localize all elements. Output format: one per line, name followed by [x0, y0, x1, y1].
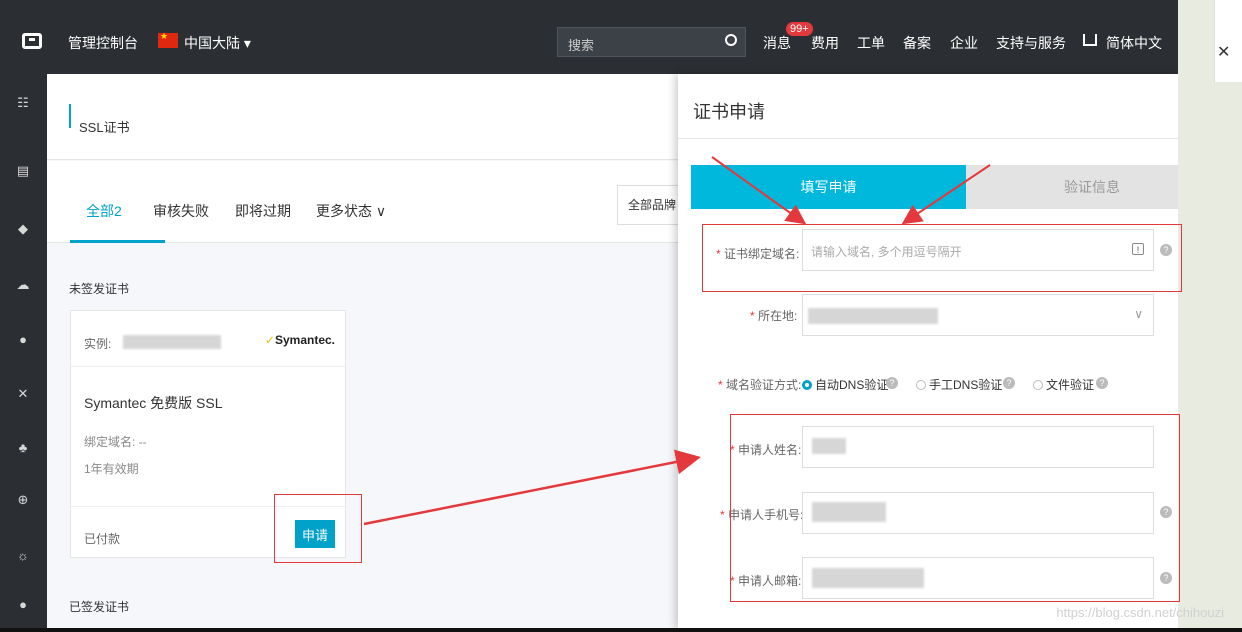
instance-label: 实例:: [84, 337, 112, 351]
message-count-badge: 99+: [786, 22, 813, 36]
console-link[interactable]: 管理控制台: [68, 33, 138, 53]
drawer-divider: [678, 138, 1178, 139]
unissued-section-label: 未签发证书: [69, 282, 130, 296]
tab-all[interactable]: 全部2: [86, 201, 122, 221]
drawer-title: 证书申请: [693, 102, 765, 122]
top-navigation-bar: 管理控制台 中国大陆 ▾ 搜索 消息 99+ 费用 工单 备案 企业 支持与服务…: [0, 0, 1178, 74]
active-tab-indicator: [70, 240, 165, 243]
location-label: * 所在地:: [750, 309, 798, 323]
side-panel: ✕: [1214, 0, 1242, 82]
cluster-icon[interactable]: ♣: [16, 441, 30, 455]
step-fill-application: 填写申请: [691, 165, 988, 209]
sidebar: ☷ ▤ ◆ ☁ ● ✕ ♣ ⊕ ☼ ●: [0, 74, 47, 628]
bound-domain: 绑定域名: --: [84, 435, 147, 449]
region-selector[interactable]: 中国大陆 ▾: [184, 33, 251, 53]
radio-file-verify[interactable]: 文件验证: [1033, 376, 1094, 393]
server-icon[interactable]: ▤: [16, 164, 30, 178]
bottom-bar: [0, 628, 1242, 632]
nav-enterprise[interactable]: 企业: [950, 33, 978, 53]
symantec-logo: ✓Symantec.: [264, 333, 335, 347]
brand-filter-select[interactable]: 全部品牌: [617, 185, 687, 225]
redacted-location: [808, 308, 938, 324]
aliyun-logo-icon[interactable]: [22, 33, 42, 49]
redacted-instance-id: [123, 335, 221, 349]
auto-dns-help-icon[interactable]: ?: [886, 377, 898, 389]
nav-tickets[interactable]: 工单: [857, 33, 885, 53]
payment-status: 已付款: [84, 532, 121, 546]
database-icon[interactable]: ●: [16, 333, 30, 347]
status-tabs: 全部2 审核失败 即将过期 更多状态 ∨ 全部品牌: [47, 161, 687, 243]
tab-expiring[interactable]: 即将过期: [235, 201, 291, 221]
tools-icon[interactable]: ✕: [16, 387, 30, 401]
nav-support[interactable]: 支持与服务: [996, 33, 1066, 53]
card-header: 实例: ✓Symantec.: [71, 311, 345, 367]
china-flag-icon: [158, 31, 178, 48]
language-selector[interactable]: 简体中文: [1106, 33, 1162, 53]
circle-icon[interactable]: ●: [16, 598, 30, 612]
globe-icon[interactable]: ⊕: [16, 493, 30, 507]
search-input[interactable]: 搜索: [568, 35, 594, 54]
cloud-icon[interactable]: ☁: [16, 278, 30, 292]
verify-method-label: * 域名验证方式:: [718, 378, 802, 392]
nav-icp[interactable]: 备案: [903, 33, 931, 53]
title-accent-bar: [69, 104, 71, 128]
nav-messages[interactable]: 消息: [763, 33, 791, 53]
nav-billing[interactable]: 费用: [811, 33, 839, 53]
tab-review-failed[interactable]: 审核失败: [153, 201, 209, 221]
grid-menu-icon[interactable]: ☷: [16, 96, 30, 110]
annotation-box-apply: [274, 494, 362, 563]
chevron-down-icon: ∨: [1134, 307, 1143, 321]
radio-manual-dns[interactable]: 手工DNS验证: [916, 376, 1002, 393]
watermark-text: https://blog.csdn.net/chihouzi: [1056, 605, 1224, 620]
bug-icon[interactable]: ☼: [16, 549, 30, 563]
main-content: SSL证书 全部2 审核失败 即将过期 更多状态 ∨ 全部品牌 未签发证书 实例…: [47, 74, 687, 628]
step-verify-info: 验证信息: [966, 165, 1178, 209]
close-icon[interactable]: ✕: [1217, 42, 1230, 62]
manual-dns-help-icon[interactable]: ?: [1003, 377, 1015, 389]
shield-icon[interactable]: ◆: [16, 222, 30, 236]
annotation-box-domain: [702, 224, 1182, 292]
issued-section-label: 已签发证书: [69, 600, 130, 614]
search-icon[interactable]: [725, 34, 737, 46]
page-header: SSL证书: [47, 74, 678, 160]
file-verify-help-icon[interactable]: ?: [1096, 377, 1108, 389]
validity-period: 1年有效期: [84, 462, 139, 476]
cart-icon[interactable]: [1083, 34, 1097, 46]
radio-auto-dns[interactable]: 自动DNS验证: [802, 376, 888, 393]
product-name: Symantec 免费版 SSL: [84, 395, 223, 411]
browser-side-strip: ✕: [1178, 0, 1242, 628]
tab-more-status[interactable]: 更多状态 ∨: [316, 201, 386, 221]
page-title: SSL证书: [79, 120, 130, 135]
annotation-box-applicant: [730, 414, 1180, 602]
search-box[interactable]: 搜索: [557, 27, 746, 57]
